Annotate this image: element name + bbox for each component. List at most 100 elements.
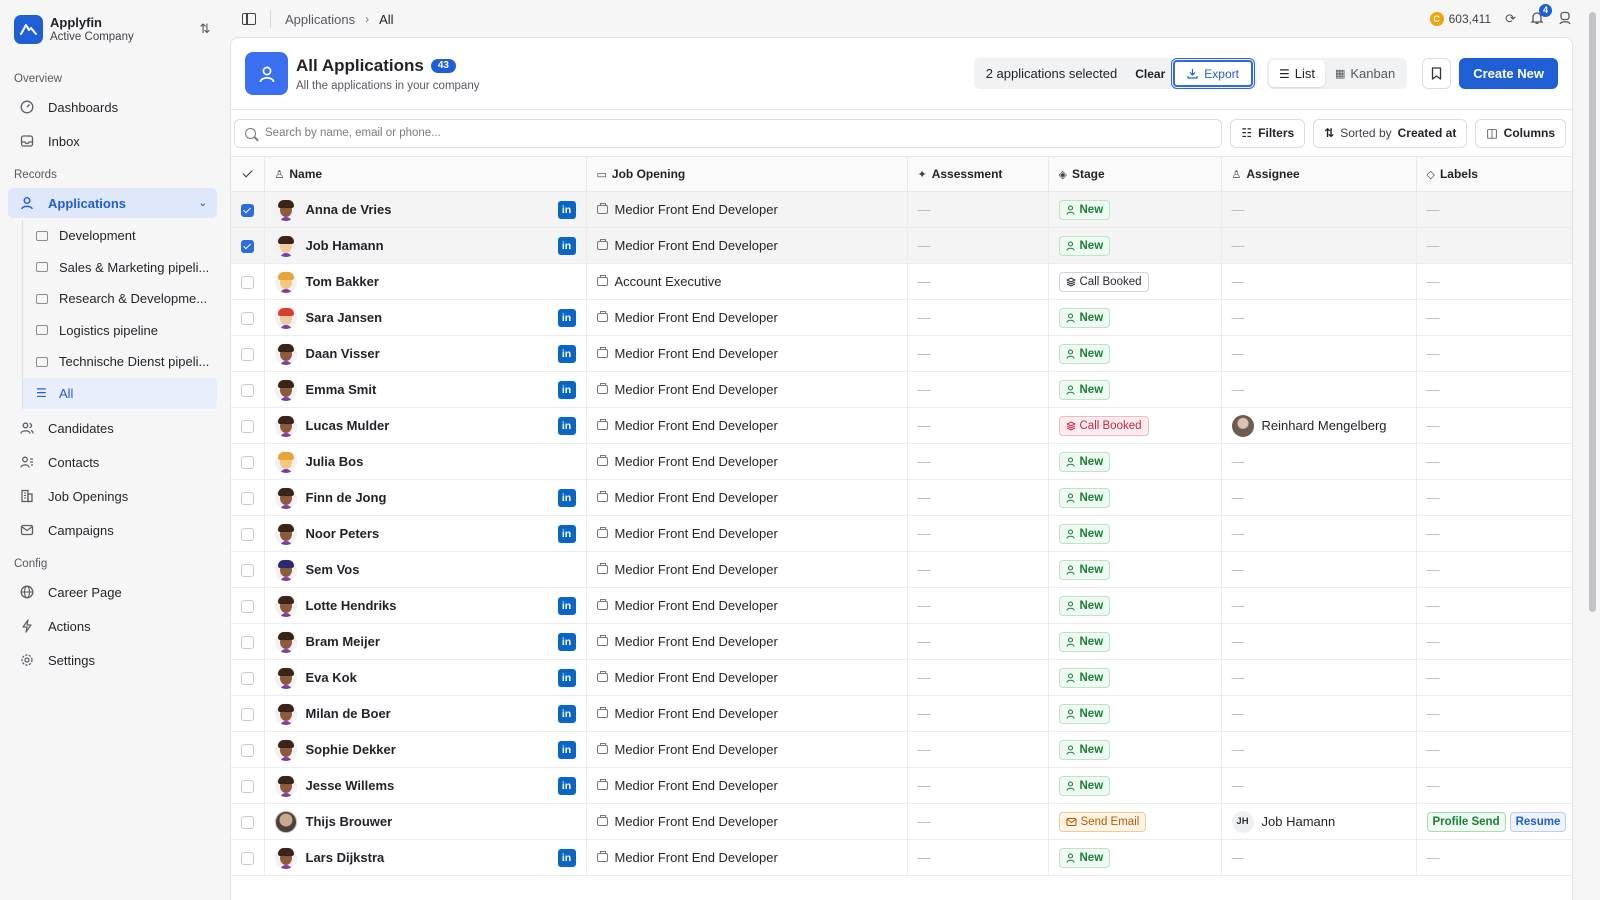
- assignee-cell[interactable]: —: [1221, 731, 1417, 768]
- job-opening-title[interactable]: Medior Front End Developer: [615, 346, 778, 361]
- labels-cell[interactable]: —: [1416, 623, 1572, 660]
- assessment-cell[interactable]: —: [907, 731, 1049, 768]
- labels-cell[interactable]: —: [1416, 443, 1572, 480]
- candidate-name[interactable]: Emma Smit: [306, 382, 558, 397]
- candidate-name[interactable]: Lotte Hendriks: [306, 598, 558, 613]
- table-row[interactable]: Milan de Boer in Medior Front End Develope…: [231, 695, 1572, 732]
- linkedin-icon[interactable]: in: [557, 236, 576, 255]
- row-checkbox[interactable]: [240, 384, 254, 398]
- name-cell[interactable]: Julia Bos: [264, 443, 587, 480]
- label-tag[interactable]: Resume: [1509, 811, 1567, 832]
- candidate-name[interactable]: Finn de Jong: [306, 490, 558, 505]
- job-opening-cell[interactable]: Medior Front End Developer: [586, 479, 908, 516]
- credits-balance[interactable]: C 603,411: [1429, 12, 1491, 26]
- labels-cell[interactable]: —: [1416, 659, 1572, 696]
- assignee-cell[interactable]: —: [1221, 623, 1417, 660]
- stage-cell[interactable]: New: [1048, 443, 1222, 480]
- assessment-cell[interactable]: —: [907, 587, 1049, 624]
- stage-cell[interactable]: Call Booked: [1048, 263, 1222, 300]
- job-opening-cell[interactable]: Medior Front End Developer: [586, 623, 908, 660]
- sidebar-item-candidates[interactable]: Candidates: [0, 411, 228, 445]
- stage-badge[interactable]: New: [1058, 631, 1111, 652]
- name-cell[interactable]: Tom Bakker: [264, 263, 587, 300]
- name-cell[interactable]: Emma Smit in: [264, 371, 587, 408]
- candidate-name[interactable]: Noor Peters: [306, 526, 558, 541]
- pipeline-item[interactable]: Development: [23, 220, 217, 252]
- assessment-cell[interactable]: —: [907, 335, 1049, 372]
- stage-cell[interactable]: New: [1048, 587, 1222, 624]
- job-opening-cell[interactable]: Medior Front End Developer: [586, 443, 908, 480]
- linkedin-icon[interactable]: in: [557, 308, 576, 327]
- job-opening-cell[interactable]: Medior Front End Developer: [586, 551, 908, 588]
- pipeline-item[interactable]: Technische Dienst pipeli...: [23, 346, 217, 378]
- assignee-cell[interactable]: —: [1221, 299, 1417, 336]
- job-opening-cell[interactable]: Medior Front End Developer: [586, 299, 908, 336]
- job-opening-cell[interactable]: Medior Front End Developer: [586, 803, 908, 840]
- labels-cell[interactable]: —: [1416, 515, 1572, 552]
- search-box[interactable]: [234, 118, 1223, 148]
- stage-cell[interactable]: Send Email: [1048, 803, 1222, 840]
- stage-cell[interactable]: New: [1048, 623, 1222, 660]
- row-checkbox[interactable]: [240, 708, 254, 722]
- job-opening-title[interactable]: Medior Front End Developer: [615, 310, 778, 325]
- clear-selection-button[interactable]: Clear: [1135, 67, 1165, 81]
- table-row[interactable]: Tom Bakker Account Executive — Call Booked —…: [231, 263, 1572, 300]
- stage-cell[interactable]: New: [1048, 227, 1222, 264]
- labels-cell[interactable]: —: [1416, 371, 1572, 408]
- job-opening-title[interactable]: Medior Front End Developer: [615, 418, 778, 433]
- job-opening-cell[interactable]: Medior Front End Developer: [586, 191, 908, 228]
- stage-badge[interactable]: New: [1058, 703, 1111, 724]
- table-row[interactable]: Sara Jansen in Medior Front End Developer —…: [231, 299, 1572, 336]
- job-opening-title[interactable]: Medior Front End Developer: [615, 742, 778, 757]
- job-opening-cell[interactable]: Medior Front End Developer: [586, 695, 908, 732]
- row-checkbox[interactable]: [240, 492, 254, 506]
- user-menu-icon[interactable]: [1558, 11, 1572, 28]
- stage-badge[interactable]: Call Booked: [1058, 415, 1149, 436]
- candidate-name[interactable]: Lars Dijkstra: [306, 850, 558, 865]
- stage-badge[interactable]: New: [1058, 235, 1111, 256]
- linkedin-icon[interactable]: in: [557, 488, 576, 507]
- sidebar-item-inbox[interactable]: Inbox: [0, 124, 228, 158]
- row-checkbox[interactable]: [240, 816, 254, 830]
- linkedin-icon[interactable]: in: [557, 596, 576, 615]
- job-opening-title[interactable]: Medior Front End Developer: [615, 526, 778, 541]
- sort-button[interactable]: ⇅ Sorted by Created at: [1313, 118, 1468, 148]
- table-row[interactable]: Anna de Vries in Medior Front End Develope…: [231, 191, 1572, 228]
- candidate-name[interactable]: Sara Jansen: [306, 310, 558, 325]
- sidebar-item-applications[interactable]: Applications ⌄: [8, 188, 217, 218]
- row-checkbox[interactable]: [240, 348, 254, 362]
- name-cell[interactable]: Finn de Jong in: [264, 479, 587, 516]
- linkedin-icon[interactable]: in: [557, 344, 576, 363]
- table-row[interactable]: Eva Kok in Medior Front End Developer — New —…: [231, 659, 1572, 696]
- candidate-name[interactable]: Jesse Willems: [306, 778, 558, 793]
- name-cell[interactable]: Thijs Brouwer: [264, 803, 587, 840]
- filters-button[interactable]: ☷ Filters: [1230, 118, 1306, 148]
- name-cell[interactable]: Lotte Hendriks in: [264, 587, 587, 624]
- assignee-cell[interactable]: —: [1221, 587, 1417, 624]
- candidate-name[interactable]: Milan de Boer: [306, 706, 558, 721]
- assignee-cell[interactable]: —: [1221, 551, 1417, 588]
- job-opening-title[interactable]: Medior Front End Developer: [615, 202, 778, 217]
- switch-arrows-icon[interactable]: ⇅: [196, 21, 214, 37]
- table-row[interactable]: Job Hamann in Medior Front End Developer — N…: [231, 227, 1572, 264]
- stage-cell[interactable]: New: [1048, 695, 1222, 732]
- job-opening-cell[interactable]: Medior Front End Developer: [586, 659, 908, 696]
- row-checkbox[interactable]: [240, 780, 254, 794]
- list-view-button[interactable]: ☰ List: [1268, 60, 1325, 87]
- labels-cell[interactable]: —: [1416, 299, 1572, 336]
- table-row[interactable]: Lucas Mulder in Medior Front End Developer…: [231, 407, 1572, 444]
- candidate-name[interactable]: Bram Meijer: [306, 634, 558, 649]
- stage-cell[interactable]: New: [1048, 767, 1222, 804]
- job-opening-title[interactable]: Medior Front End Developer: [615, 562, 778, 577]
- assessment-cell[interactable]: —: [907, 191, 1049, 228]
- labels-cell[interactable]: —: [1416, 335, 1572, 372]
- labels-cell[interactable]: —: [1416, 587, 1572, 624]
- stage-badge[interactable]: New: [1058, 199, 1111, 220]
- assessment-cell[interactable]: —: [907, 803, 1049, 840]
- stage-badge[interactable]: New: [1058, 487, 1111, 508]
- sidebar-item-dashboards[interactable]: Dashboards: [0, 90, 228, 124]
- breadcrumb-applications[interactable]: Applications: [285, 12, 355, 27]
- pipeline-item[interactable]: Research & Developme...: [23, 283, 217, 315]
- stage-cell[interactable]: New: [1048, 479, 1222, 516]
- table-row[interactable]: Sem Vos Medior Front End Developer — New — —: [231, 551, 1572, 588]
